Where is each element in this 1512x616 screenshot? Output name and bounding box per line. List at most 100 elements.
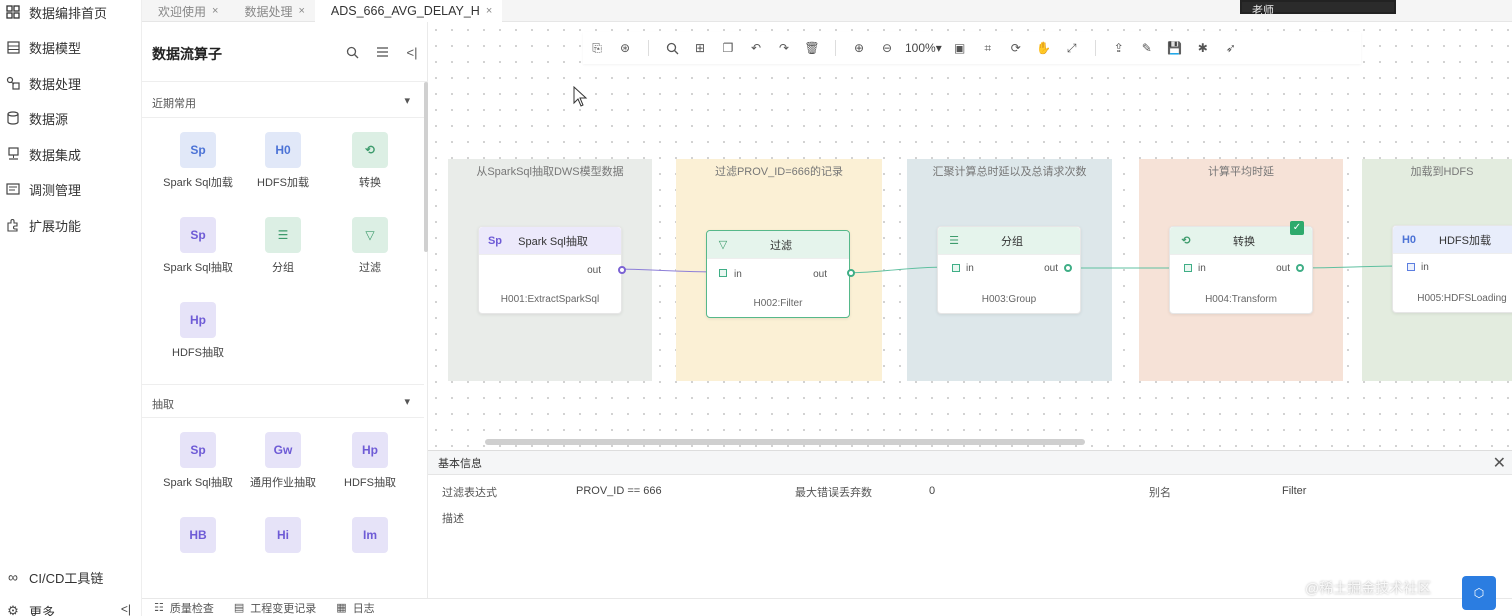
operator-hdfs-extract[interactable]: Hp HDFS抽取 [158,302,238,360]
watermark: @稀土掘金技术社区 [1305,580,1432,596]
hdfs-extract-icon: Hp [180,302,216,338]
port-in[interactable] [1407,263,1415,271]
node-h003[interactable]: ☰ 分组 in out H003:Group [937,226,1081,314]
port-in[interactable] [1184,264,1192,272]
operator-spark-sql-load[interactable]: Sp Spark Sql加载 [158,132,238,190]
close-icon[interactable]: × [212,5,218,17]
hbase-icon: HB [180,517,216,553]
panel-tools: <| [344,44,420,60]
panel-title: 数据流算子 [152,46,222,62]
operator-impala-extract[interactable]: Im [330,517,410,553]
filter-expression-field[interactable]: PROV_ID == 666 [576,485,662,497]
port-out[interactable] [618,266,626,274]
filter-icon: ▽ [718,239,728,251]
node-header: ▽ 过滤 [707,231,849,259]
properties-panel: 基本信息 ✕ 过滤表达式 PROV_ID == 666 最大错误丢弃数 0 别名… [428,450,1512,598]
node-id: H002:Filter [753,298,803,309]
port-in[interactable] [952,264,960,272]
model-icon [5,39,21,55]
tab-label: ADS_666_AVG_DELAY_H [330,4,480,18]
nav-item-label: 数据编排首页 [29,5,108,21]
node-id: H001:ExtractSparkSql [500,294,600,305]
port-out-label: out [813,269,827,280]
spark-sql-icon: Sp [487,234,503,247]
description-label: 描述 [442,513,464,525]
node-h004[interactable]: ⟲ 转换 in out H004:Transform ✓ [1169,221,1313,314]
operator-hdfs-load[interactable]: H0 HDFS加载 [243,132,323,190]
collapse-nav-icon[interactable]: <| [121,602,131,616]
alias-label: 别名 [1149,487,1171,499]
record-icon: ▤ [233,602,245,614]
left-nav: 数据编排首页 数据模型 数据处理 数据源 数据集成 调测管理 扩展功能 ∞ CI… [0,0,142,616]
operator-filter[interactable]: ▽ 过滤 [330,217,410,275]
operator-spark-sql-extract[interactable]: Sp Spark Sql抽取 [158,217,238,275]
group-icon: ☰ [265,217,301,253]
operator-generic-job-extract[interactable]: Gw 通用作业抽取 [243,432,323,490]
operator-transform[interactable]: ⟲ 转换 [330,132,410,190]
port-in[interactable] [719,269,727,277]
nav-item-datasource[interactable]: 数据源 [0,104,142,132]
tab-ads-avg-delay[interactable]: ADS_666_AVG_DELAY_H × [314,0,503,22]
hdfs-load-icon: H0 [1401,233,1417,246]
section-title: 近期常用 [152,98,196,110]
database-icon [5,110,21,126]
node-id: H005:HDFSLoading [1417,293,1507,304]
flow-canvas[interactable]: ⎘ ⊛ ⊞ ❐ ↶ ↷ 🗑 ⊕ ⊖ 100%▾ ▣ ⌗ ⟳ ✋ ⤢ ⇪ ✎ 💾 … [428,22,1512,450]
close-icon[interactable]: ✕ [1493,453,1506,473]
port-out[interactable] [1296,264,1304,272]
nav-item-home[interactable]: 数据编排首页 [0,0,142,26]
section-title: 抽取 [152,399,174,411]
canvas-scrollbar[interactable] [485,439,1085,445]
nav-item-extension[interactable]: 扩展功能 [0,211,142,239]
node-h001[interactable]: Sp Spark Sql抽取 out H001:ExtractSparkSql [478,226,626,314]
section-extract[interactable]: 抽取 ▾ [142,384,424,418]
log-button[interactable]: ▦ 日志 [336,599,374,616]
process-icon [5,75,21,91]
change-record-button[interactable]: ▤ 工程变更记录 [234,599,316,616]
port-out[interactable] [1064,264,1072,272]
infinity-icon: ∞ [8,569,18,585]
search-icon[interactable] [344,44,360,60]
bottom-item-label: 质量检查 [169,602,214,615]
port-out[interactable] [847,269,855,277]
node-header: ☰ 分组 [938,227,1080,255]
node-h002[interactable]: ▽ 过滤 in out H002:Filter [706,230,855,318]
spark-sql-icon: Sp [180,217,216,253]
operator-hbase-extract[interactable]: HB [158,517,238,553]
nav-item-process[interactable]: 数据处理 [0,69,142,97]
properties-title: 基本信息 [438,458,482,470]
nav-item-cicd[interactable]: ∞ CI/CD工具链 [0,563,142,591]
collapse-panel-icon[interactable]: <| [404,44,420,60]
tab-welcome[interactable]: 欢迎使用 × [142,0,228,22]
nav-item-integration[interactable]: 数据集成 [0,140,142,168]
help-fab-button[interactable]: ⬡ [1462,576,1496,610]
nav-item-label: 数据集成 [29,147,82,163]
spark-sql-icon: Sp [180,432,216,468]
list-icon[interactable] [374,44,390,60]
node-title: 分组 [1001,235,1023,248]
port-out-label: out [1044,263,1058,274]
video-overlay: 老师 [1240,0,1396,17]
node-h005[interactable]: H0 HDFS加载 in H005:HDFSLoading [1392,225,1512,313]
operator-hdfs-extract[interactable]: Hp HDFS抽取 [330,432,410,490]
debug-icon [5,181,21,197]
operator-spark-sql-extract[interactable]: Sp Spark Sql抽取 [158,432,238,490]
operator-hive-extract[interactable]: Hi [243,517,323,553]
section-recent[interactable]: 近期常用 ▾ [142,84,424,118]
close-icon[interactable]: × [486,5,492,17]
operator-group[interactable]: ☰ 分组 [243,217,323,275]
close-icon[interactable]: × [298,5,304,17]
nav-item-label: 扩展功能 [29,218,82,234]
quality-check-button[interactable]: ☷ 质量检查 [154,599,214,616]
port-out-label: out [587,265,601,276]
gear-icon: ⚙ [7,603,19,616]
nav-item-label: 数据处理 [29,76,82,92]
operator-label: Spark Sql加载 [163,177,233,189]
nav-item-model[interactable]: 数据模型 [0,33,142,61]
nav-item-debug[interactable]: 调测管理 [0,175,142,203]
tab-data-process[interactable]: 数据处理 × [228,0,314,22]
alias-field[interactable]: Filter [1282,485,1306,497]
max-error-field[interactable]: 0 [929,485,935,497]
operator-label: Spark Sql抽取 [163,262,233,274]
chevron-down-icon: ▾ [404,396,410,408]
